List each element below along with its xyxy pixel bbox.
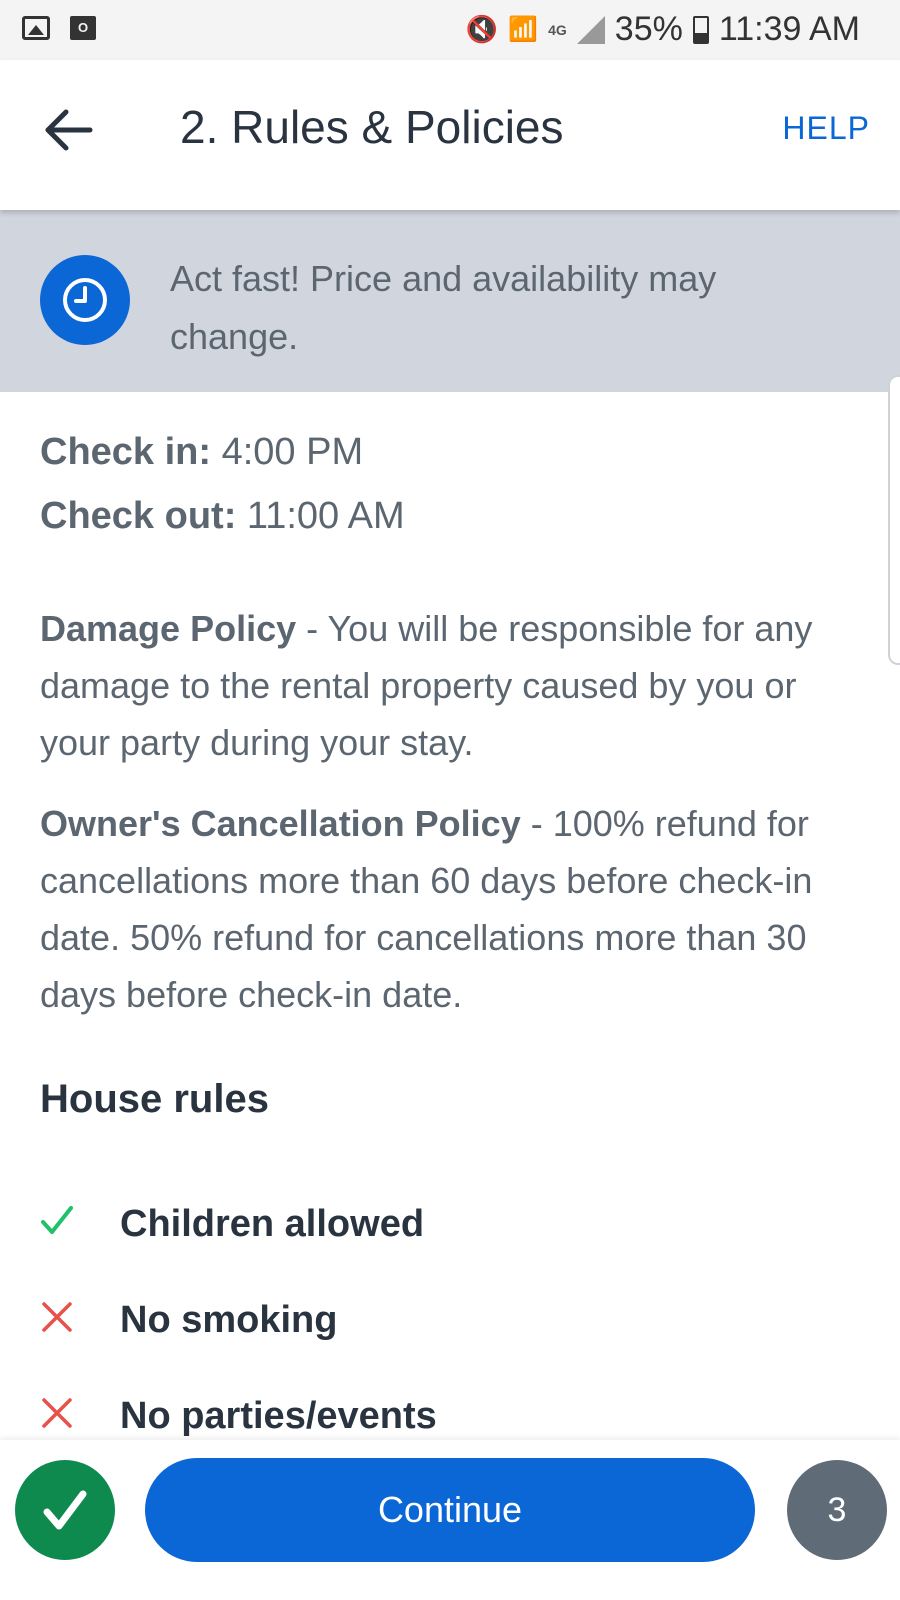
check-out-row: Check out: 11:00 AM bbox=[40, 484, 860, 548]
house-rules-heading: House rules bbox=[40, 1077, 269, 1121]
check-icon bbox=[40, 1200, 120, 1248]
clock-badge bbox=[40, 255, 130, 345]
x-icon bbox=[40, 1296, 120, 1344]
page-title: 2. Rules & Policies bbox=[180, 101, 564, 153]
check-in-row: Check in: 4:00 PM bbox=[40, 420, 860, 484]
x-icon bbox=[40, 1392, 120, 1440]
battery-percent: 35% bbox=[614, 10, 683, 48]
arrow-left-icon bbox=[45, 109, 93, 151]
check-out-value: 11:00 AM bbox=[246, 495, 405, 537]
urgency-message: Act fast! Price and availability may cha… bbox=[170, 258, 717, 357]
network-type-label: 4G bbox=[548, 21, 567, 38]
damage-policy: Damage Policy - You will be responsible … bbox=[40, 600, 860, 771]
step-complete-badge bbox=[15, 1460, 115, 1560]
bottom-action-bar: Continue 3 bbox=[0, 1440, 900, 1600]
check-out-label: Check out: bbox=[40, 495, 237, 537]
rule-label: No smoking bbox=[120, 1298, 338, 1341]
rule-label: Children allowed bbox=[120, 1202, 425, 1245]
check-in-value: 4:00 PM bbox=[221, 431, 364, 473]
list-item: No smoking bbox=[40, 1272, 860, 1368]
cancellation-policy-title: Owner's Cancellation Policy bbox=[40, 803, 521, 844]
scrollbar[interactable] bbox=[888, 375, 900, 665]
check-in-label: Check in: bbox=[40, 431, 212, 473]
app-header: 2. Rules & Policies HELP bbox=[0, 60, 900, 210]
house-rules-list: Children allowed No smoking No parties/e… bbox=[40, 1176, 860, 1464]
back-button[interactable] bbox=[40, 100, 100, 160]
outlook-icon: O bbox=[70, 16, 96, 40]
status-bar: O 🔇 📶 4G 35% 11:39 AM bbox=[0, 0, 900, 60]
system-icons: 🔇 📶 4G 35% 11:39 AM bbox=[466, 10, 860, 49]
urgency-banner: Act fast! Price and availability may cha… bbox=[0, 210, 900, 392]
notification-icons: O bbox=[22, 16, 96, 40]
rule-label: No parties/events bbox=[120, 1394, 437, 1437]
damage-policy-title: Damage Policy bbox=[40, 608, 297, 649]
wifi-icon: 📶 bbox=[508, 16, 539, 43]
mute-icon: 🔇 bbox=[465, 14, 499, 44]
next-step-badge: 3 bbox=[787, 1460, 887, 1560]
cancellation-policy: Owner's Cancellation Policy - 100% refun… bbox=[40, 795, 860, 1023]
gallery-icon bbox=[22, 16, 50, 40]
help-link[interactable]: HELP bbox=[782, 110, 870, 147]
continue-button[interactable]: Continue bbox=[145, 1458, 755, 1562]
list-item: Children allowed bbox=[40, 1176, 860, 1272]
signal-icon bbox=[576, 15, 605, 44]
clock-time: 11:39 AM bbox=[718, 10, 860, 48]
battery-icon bbox=[692, 15, 709, 44]
clock-icon bbox=[63, 278, 107, 322]
rules-content: Check in: 4:00 PM Check out: 11:00 AM Da… bbox=[40, 420, 860, 1464]
check-icon bbox=[43, 1490, 87, 1530]
